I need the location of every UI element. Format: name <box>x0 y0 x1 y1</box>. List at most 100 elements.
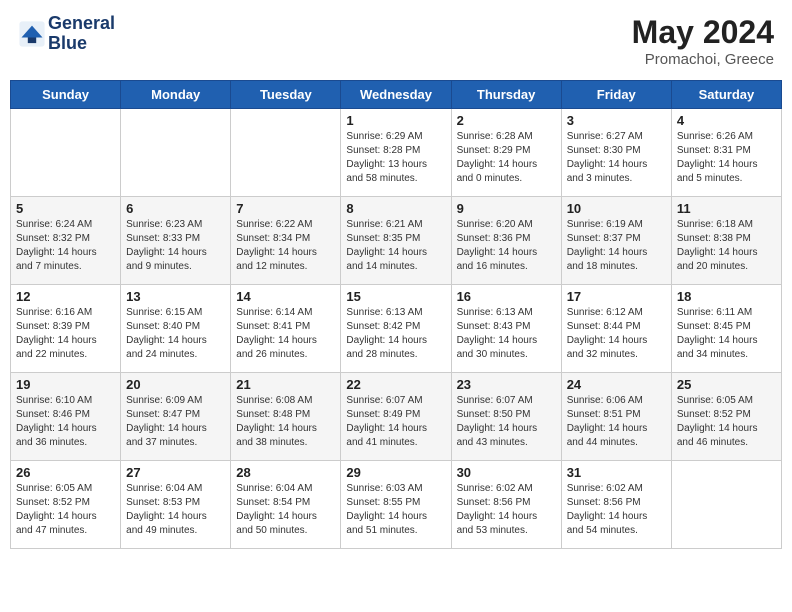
day-cell-8: 8Sunrise: 6:21 AM Sunset: 8:35 PM Daylig… <box>341 197 451 285</box>
day-number: 11 <box>677 201 776 216</box>
day-info: Sunrise: 6:13 AM Sunset: 8:42 PM Dayligh… <box>346 306 445 362</box>
day-info: Sunrise: 6:06 AM Sunset: 8:51 PM Dayligh… <box>567 394 666 450</box>
weekday-header-saturday: Saturday <box>671 81 781 109</box>
day-info: Sunrise: 6:24 AM Sunset: 8:32 PM Dayligh… <box>16 218 115 274</box>
day-number: 22 <box>346 377 445 392</box>
weekday-header-sunday: Sunday <box>11 81 121 109</box>
day-number: 27 <box>126 465 225 480</box>
day-info: Sunrise: 6:14 AM Sunset: 8:41 PM Dayligh… <box>236 306 335 362</box>
day-info: Sunrise: 6:04 AM Sunset: 8:53 PM Dayligh… <box>126 482 225 538</box>
day-cell-24: 24 Sunrise: 6:06 AM Sunset: 8:51 PM Dayli… <box>561 373 671 461</box>
empty-cell <box>671 461 781 549</box>
day-number: 15 <box>346 289 445 304</box>
day-info: Sunrise: 6:20 AM Sunset: 8:36 PM Dayligh… <box>457 218 556 274</box>
day-cell-13: 13Sunrise: 6:15 AM Sunset: 8:40 PM Dayli… <box>121 285 231 373</box>
day-info: Sunrise: 6:18 AM Sunset: 8:38 PM Dayligh… <box>677 218 776 274</box>
day-cell-29: 29Sunrise: 6:03 AM Sunset: 8:55 PM Dayli… <box>341 461 451 549</box>
day-number: 13 <box>126 289 225 304</box>
day-number: 17 <box>567 289 666 304</box>
day-number: 6 <box>126 201 225 216</box>
day-info: Sunrise: 6:09 AM Sunset: 8:47 PM Dayligh… <box>126 394 225 450</box>
weekday-header-row: SundayMondayTuesdayWednesdayThursdayFrid… <box>11 81 782 109</box>
day-number: 5 <box>16 201 115 216</box>
day-cell-7: 7 Sunrise: 6:22 AM Sunset: 8:34 PM Daylig… <box>231 197 341 285</box>
empty-cell <box>11 109 121 197</box>
week-row-4: 19 Sunrise: 6:10 AM Sunset: 8:46 PM Dayli… <box>11 373 782 461</box>
day-number: 3 <box>567 113 666 128</box>
day-cell-15: 15 Sunrise: 6:13 AM Sunset: 8:42 PM Dayli… <box>341 285 451 373</box>
day-number: 24 <box>567 377 666 392</box>
day-number: 7 <box>236 201 335 216</box>
day-cell-22: 22 Sunrise: 6:07 AM Sunset: 8:49 PM Dayli… <box>341 373 451 461</box>
day-cell-17: 17 Sunrise: 6:12 AM Sunset: 8:44 PM Dayli… <box>561 285 671 373</box>
day-info: Sunrise: 6:23 AM Sunset: 8:33 PM Dayligh… <box>126 218 225 274</box>
day-number: 26 <box>16 465 115 480</box>
page-header: General Blue May 2024 Promachoi, Greece <box>10 10 782 72</box>
day-info: Sunrise: 6:13 AM Sunset: 8:43 PM Dayligh… <box>457 306 556 362</box>
day-number: 28 <box>236 465 335 480</box>
day-number: 29 <box>346 465 445 480</box>
day-cell-16: 16 Sunrise: 6:13 AM Sunset: 8:43 PM Dayli… <box>451 285 561 373</box>
week-row-2: 5 Sunrise: 6:24 AM Sunset: 8:32 PM Daylig… <box>11 197 782 285</box>
day-number: 19 <box>16 377 115 392</box>
day-cell-20: 20 Sunrise: 6:09 AM Sunset: 8:47 PM Dayli… <box>121 373 231 461</box>
day-info: Sunrise: 6:07 AM Sunset: 8:49 PM Dayligh… <box>346 394 445 450</box>
logo: General Blue <box>18 14 115 54</box>
weekday-header-tuesday: Tuesday <box>231 81 341 109</box>
day-info: Sunrise: 6:10 AM Sunset: 8:46 PM Dayligh… <box>16 394 115 450</box>
day-number: 31 <box>567 465 666 480</box>
month-year-title: May 2024 <box>632 14 774 51</box>
week-row-1: 1Sunrise: 6:29 AM Sunset: 8:28 PM Daylig… <box>11 109 782 197</box>
day-info: Sunrise: 6:12 AM Sunset: 8:44 PM Dayligh… <box>567 306 666 362</box>
day-cell-4: 4Sunrise: 6:26 AM Sunset: 8:31 PM Daylig… <box>671 109 781 197</box>
weekday-header-wednesday: Wednesday <box>341 81 451 109</box>
title-block: May 2024 Promachoi, Greece <box>632 14 774 68</box>
weekday-header-friday: Friday <box>561 81 671 109</box>
day-number: 4 <box>677 113 776 128</box>
day-number: 10 <box>567 201 666 216</box>
empty-cell <box>121 109 231 197</box>
day-info: Sunrise: 6:05 AM Sunset: 8:52 PM Dayligh… <box>16 482 115 538</box>
day-cell-2: 2Sunrise: 6:28 AM Sunset: 8:29 PM Daylig… <box>451 109 561 197</box>
day-cell-9: 9 Sunrise: 6:20 AM Sunset: 8:36 PM Daylig… <box>451 197 561 285</box>
weekday-header-monday: Monday <box>121 81 231 109</box>
day-cell-19: 19 Sunrise: 6:10 AM Sunset: 8:46 PM Dayli… <box>11 373 121 461</box>
calendar-table: SundayMondayTuesdayWednesdayThursdayFrid… <box>10 80 782 549</box>
day-cell-21: 21 Sunrise: 6:08 AM Sunset: 8:48 PM Dayli… <box>231 373 341 461</box>
day-cell-5: 5 Sunrise: 6:24 AM Sunset: 8:32 PM Daylig… <box>11 197 121 285</box>
day-number: 9 <box>457 201 556 216</box>
day-number: 23 <box>457 377 556 392</box>
day-info: Sunrise: 6:02 AM Sunset: 8:56 PM Dayligh… <box>567 482 666 538</box>
weekday-header-thursday: Thursday <box>451 81 561 109</box>
day-info: Sunrise: 6:05 AM Sunset: 8:52 PM Dayligh… <box>677 394 776 450</box>
day-cell-25: 25Sunrise: 6:05 AM Sunset: 8:52 PM Dayli… <box>671 373 781 461</box>
day-cell-30: 30 Sunrise: 6:02 AM Sunset: 8:56 PM Dayli… <box>451 461 561 549</box>
day-cell-31: 31 Sunrise: 6:02 AM Sunset: 8:56 PM Dayli… <box>561 461 671 549</box>
day-cell-26: 26 Sunrise: 6:05 AM Sunset: 8:52 PM Dayli… <box>11 461 121 549</box>
day-number: 30 <box>457 465 556 480</box>
day-info: Sunrise: 6:27 AM Sunset: 8:30 PM Dayligh… <box>567 130 666 186</box>
day-cell-6: 6 Sunrise: 6:23 AM Sunset: 8:33 PM Daylig… <box>121 197 231 285</box>
day-info: Sunrise: 6:08 AM Sunset: 8:48 PM Dayligh… <box>236 394 335 450</box>
day-info: Sunrise: 6:22 AM Sunset: 8:34 PM Dayligh… <box>236 218 335 274</box>
day-number: 21 <box>236 377 335 392</box>
day-cell-27: 27 Sunrise: 6:04 AM Sunset: 8:53 PM Dayli… <box>121 461 231 549</box>
logo-icon <box>18 20 46 48</box>
day-number: 16 <box>457 289 556 304</box>
location-subtitle: Promachoi, Greece <box>632 51 774 68</box>
day-cell-23: 23 Sunrise: 6:07 AM Sunset: 8:50 PM Dayli… <box>451 373 561 461</box>
day-number: 20 <box>126 377 225 392</box>
day-info: Sunrise: 6:28 AM Sunset: 8:29 PM Dayligh… <box>457 130 556 186</box>
week-row-3: 12Sunrise: 6:16 AM Sunset: 8:39 PM Dayli… <box>11 285 782 373</box>
day-cell-10: 10 Sunrise: 6:19 AM Sunset: 8:37 PM Dayli… <box>561 197 671 285</box>
day-info: Sunrise: 6:07 AM Sunset: 8:50 PM Dayligh… <box>457 394 556 450</box>
day-number: 12 <box>16 289 115 304</box>
day-info: Sunrise: 6:11 AM Sunset: 8:45 PM Dayligh… <box>677 306 776 362</box>
day-info: Sunrise: 6:29 AM Sunset: 8:28 PM Dayligh… <box>346 130 445 186</box>
day-cell-3: 3 Sunrise: 6:27 AM Sunset: 8:30 PM Daylig… <box>561 109 671 197</box>
logo-text: General Blue <box>48 14 115 54</box>
day-info: Sunrise: 6:19 AM Sunset: 8:37 PM Dayligh… <box>567 218 666 274</box>
day-info: Sunrise: 6:02 AM Sunset: 8:56 PM Dayligh… <box>457 482 556 538</box>
day-info: Sunrise: 6:21 AM Sunset: 8:35 PM Dayligh… <box>346 218 445 274</box>
week-row-5: 26 Sunrise: 6:05 AM Sunset: 8:52 PM Dayli… <box>11 461 782 549</box>
